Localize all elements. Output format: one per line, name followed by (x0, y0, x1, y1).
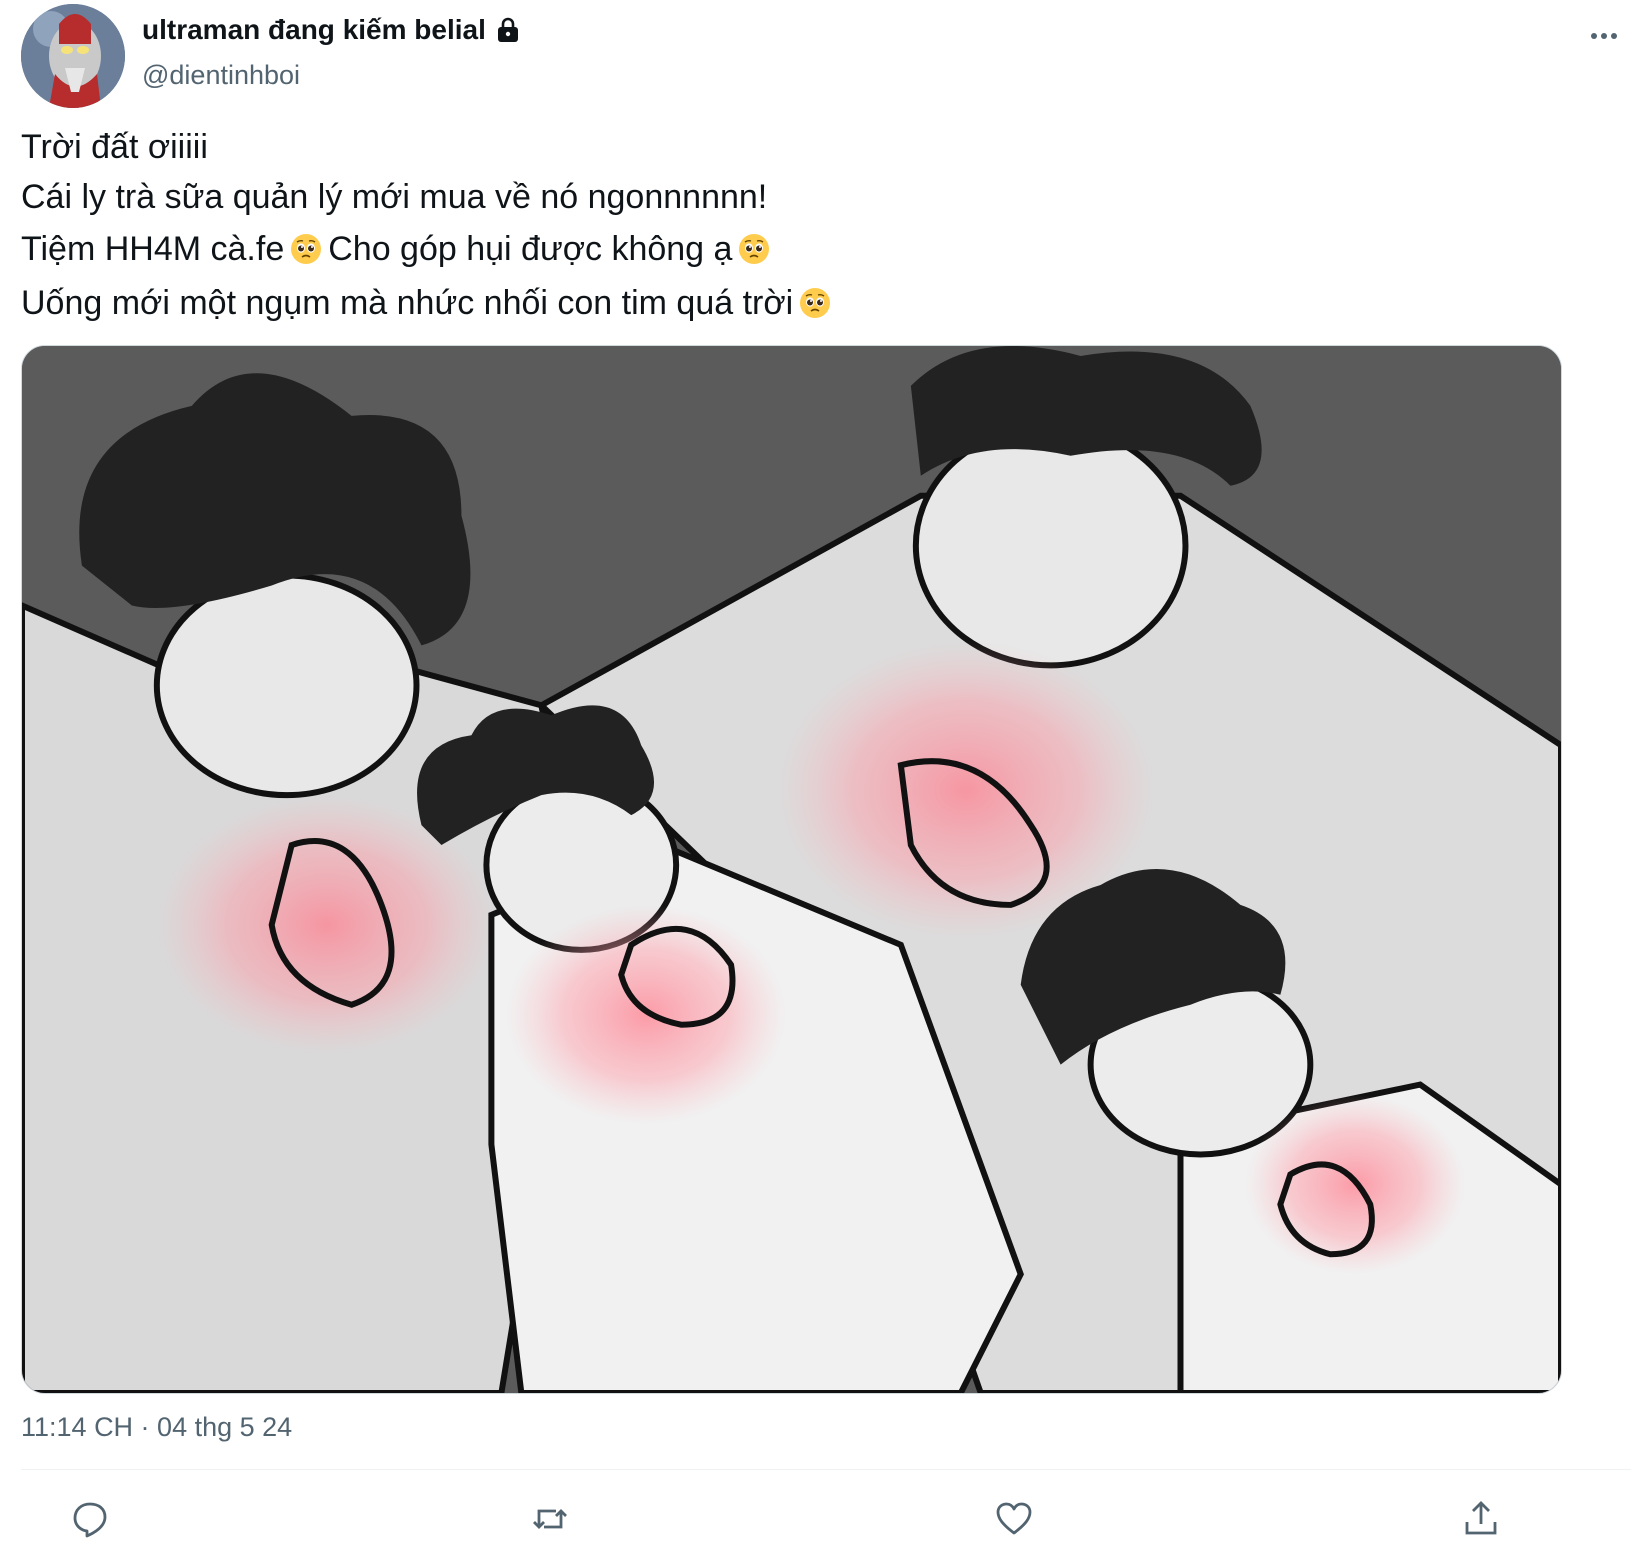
display-name[interactable]: ultraman đang kiếm belial (142, 14, 520, 46)
tweet-line: Cái ly trà sữa quản lý mới mua về nó ngo… (21, 172, 1581, 222)
avatar[interactable] (21, 4, 125, 108)
tweet: ultraman đang kiếm belial @dientinhboi T… (0, 0, 1640, 1552)
reply-icon[interactable] (66, 1495, 114, 1543)
more-dot (1591, 33, 1597, 39)
tweet-text: Trời đất ơiiiii Cái ly trà sữa quản lý m… (21, 122, 1581, 328)
pleading-face-emoji (799, 287, 831, 319)
tweet-line-text: Uống mới một ngụm mà nhức nhối con tim q… (21, 284, 794, 322)
handle[interactable]: @dientinhboi (142, 60, 300, 91)
more-dot (1611, 33, 1617, 39)
more-dot (1601, 33, 1607, 39)
tweet-line-text: Cái ly trà sữa quản lý mới mua về nó ngo… (21, 178, 768, 216)
timestamp[interactable]: 11:14 CH · 04 thg 5 24 (21, 1412, 292, 1443)
share-icon[interactable] (1457, 1495, 1505, 1543)
heart-icon[interactable] (990, 1495, 1038, 1543)
more-icon[interactable] (1584, 20, 1624, 52)
tweet-line-text: Trời đất ơiiiii (21, 128, 208, 166)
tweet-line: Trời đất ơiiiii (21, 122, 1581, 172)
display-name-text: ultraman đang kiếm belial (142, 14, 486, 45)
lock-icon (496, 17, 520, 43)
pleading-face-emoji (738, 233, 770, 265)
tweet-line-text: Tiệm HH4M cà.fe (21, 230, 285, 268)
divider (21, 1469, 1631, 1470)
retweet-icon[interactable] (526, 1495, 574, 1543)
tweet-line: Uống mới một ngụm mà nhức nhối con tim q… (21, 278, 1581, 328)
tweet-media-image[interactable] (21, 345, 1562, 1394)
tweet-line: Tiệm HH4M cà.fe Cho góp hụi được không ạ (21, 224, 1581, 274)
tweet-line-text: Cho góp hụi được không ạ (328, 230, 733, 268)
pleading-face-emoji (290, 233, 322, 265)
avatar-image (21, 4, 125, 108)
